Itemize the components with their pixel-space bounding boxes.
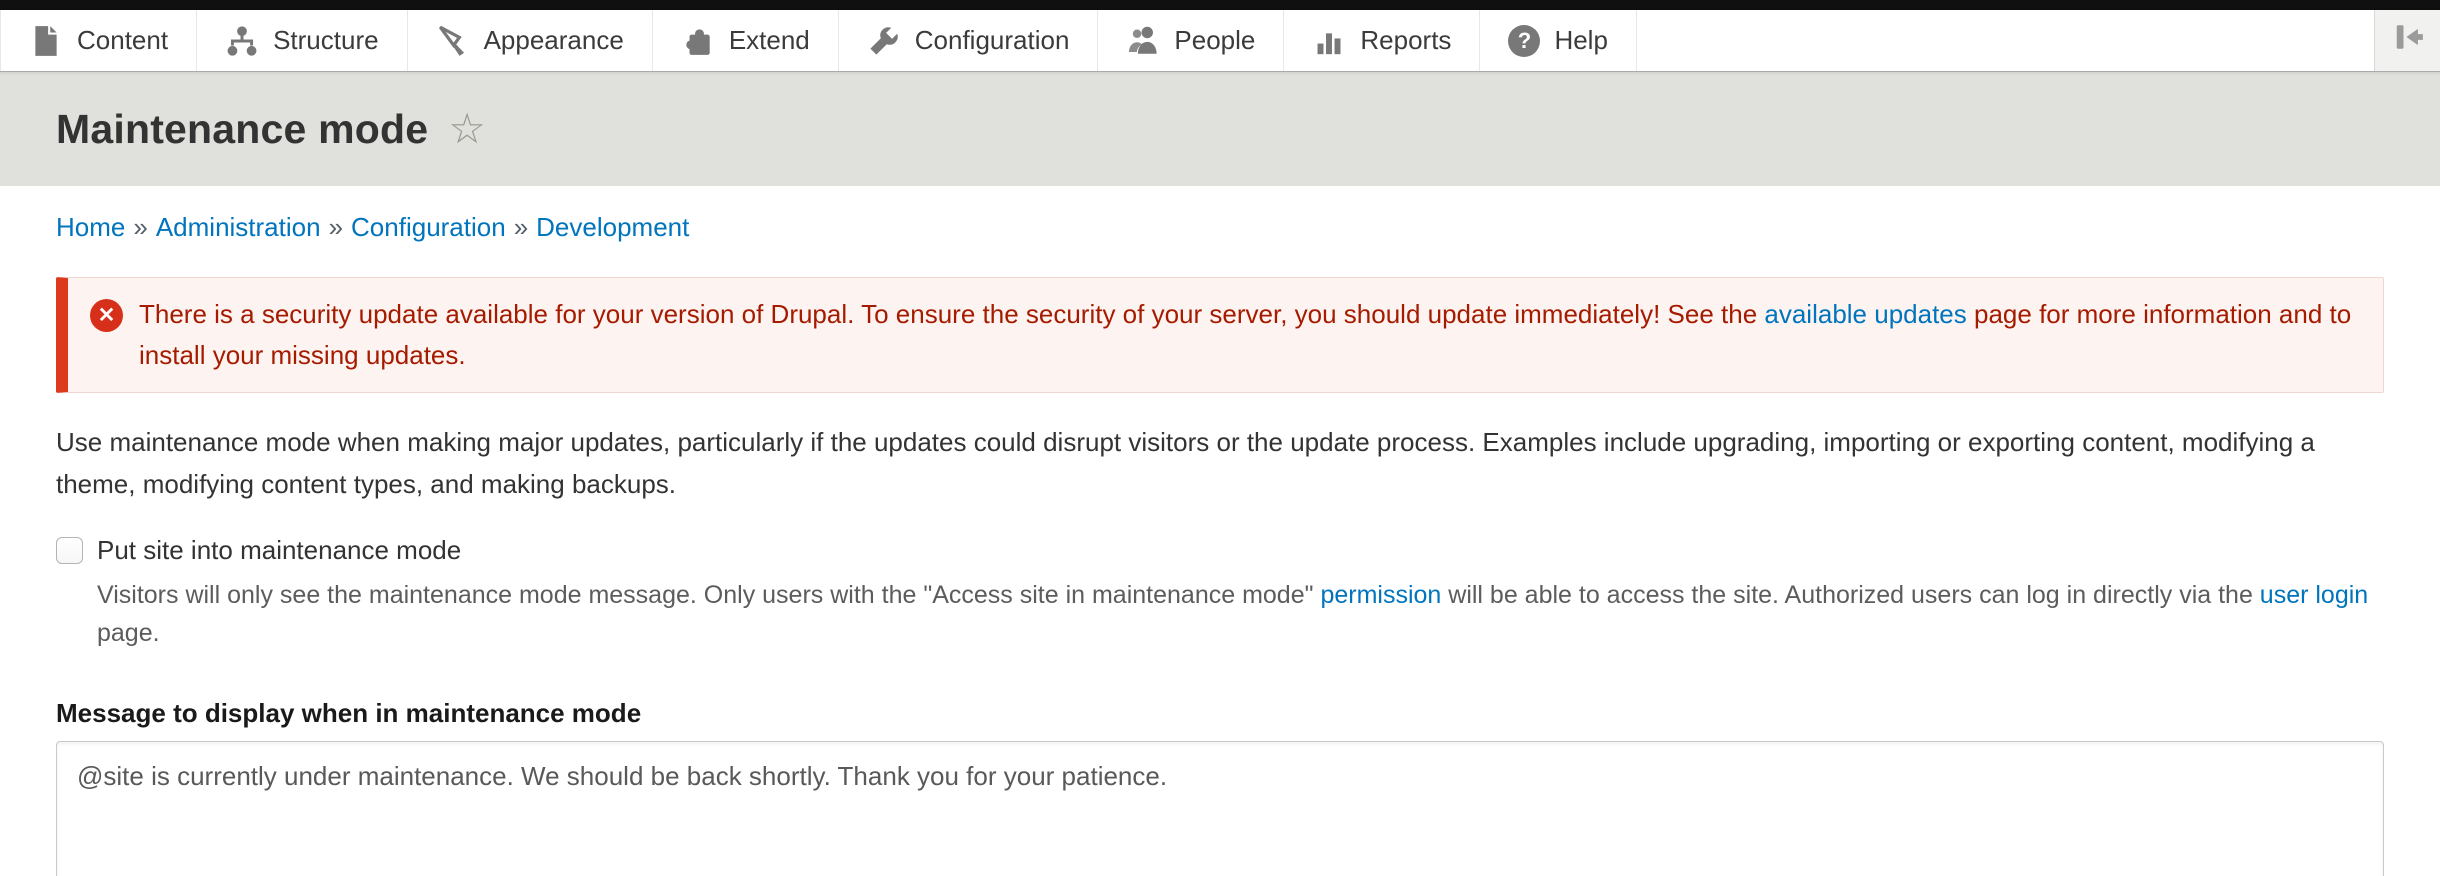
breadcrumb-link-home[interactable]: Home bbox=[56, 212, 125, 242]
puzzle-icon bbox=[681, 24, 715, 58]
intro-text: Use maintenance mode when making major u… bbox=[56, 421, 2384, 505]
toolbar-orientation-toggle[interactable] bbox=[2374, 10, 2440, 71]
toolbar-item-structure[interactable]: Structure bbox=[197, 10, 408, 71]
toolbar-item-extend[interactable]: Extend bbox=[653, 10, 839, 71]
breadcrumb-separator: » bbox=[329, 212, 343, 242]
maintenance-mode-checkbox[interactable] bbox=[56, 537, 83, 564]
people-icon bbox=[1126, 24, 1160, 58]
toolbar-item-label: Appearance bbox=[484, 25, 624, 56]
error-message-text: There is a security update available for… bbox=[139, 294, 2353, 376]
collapse-left-icon bbox=[2390, 19, 2426, 62]
bar-chart-icon bbox=[1312, 24, 1346, 58]
star-outline-icon[interactable]: ☆ bbox=[448, 108, 486, 150]
toolbar-item-reports[interactable]: Reports bbox=[1284, 10, 1480, 71]
message-field-label: Message to display when in maintenance m… bbox=[56, 698, 2384, 729]
available-updates-link[interactable]: available updates bbox=[1764, 299, 1966, 329]
error-icon: ✕ bbox=[90, 299, 123, 332]
breadcrumb-separator: » bbox=[133, 212, 147, 242]
toolbar-item-content[interactable]: Content bbox=[0, 10, 197, 71]
error-text-before: There is a security update available for… bbox=[139, 299, 1764, 329]
sitemap-icon bbox=[225, 24, 259, 58]
page-header: Maintenance mode ☆ bbox=[0, 72, 2440, 186]
toolbar-item-label: Help bbox=[1554, 25, 1607, 56]
breadcrumb-link-configuration[interactable]: Configuration bbox=[351, 212, 506, 242]
paintbrush-icon bbox=[436, 24, 470, 58]
toolbar-item-label: Extend bbox=[729, 25, 810, 56]
file-icon bbox=[29, 24, 63, 58]
toolbar-item-label: Structure bbox=[273, 25, 379, 56]
wrench-icon bbox=[867, 24, 901, 58]
question-icon: ? bbox=[1508, 25, 1540, 57]
toolbar-item-label: Configuration bbox=[915, 25, 1070, 56]
maintenance-message-textarea[interactable]: @site is currently under maintenance. We… bbox=[56, 741, 2384, 876]
error-message-box: ✕ There is a security update available f… bbox=[56, 277, 2384, 393]
toolbar-item-configuration[interactable]: Configuration bbox=[839, 10, 1099, 71]
main-content: Home » Administration » Configuration » Develo… bbox=[0, 212, 2440, 876]
maintenance-mode-checkbox-row[interactable]: Put site into maintenance mode bbox=[56, 535, 2384, 566]
toolbar-item-label: Reports bbox=[1360, 25, 1451, 56]
breadcrumb: Home » Administration » Configuration » Develo… bbox=[56, 212, 2384, 243]
top-black-bar bbox=[0, 0, 2440, 10]
admin-toolbar: Content Structure Appearance Extend Conf… bbox=[0, 10, 2440, 72]
toolbar-item-label: Content bbox=[77, 25, 168, 56]
permission-link[interactable]: permission bbox=[1320, 581, 1441, 609]
toolbar-item-appearance[interactable]: Appearance bbox=[408, 10, 653, 71]
user-login-link[interactable]: user login bbox=[2260, 581, 2368, 609]
breadcrumb-separator: » bbox=[514, 212, 528, 242]
breadcrumb-link-development[interactable]: Development bbox=[536, 212, 689, 242]
breadcrumb-link-administration[interactable]: Administration bbox=[156, 212, 321, 242]
maintenance-mode-description: Visitors will only see the maintenance m… bbox=[97, 576, 2384, 652]
toolbar-item-people[interactable]: People bbox=[1098, 10, 1284, 71]
maintenance-mode-checkbox-label[interactable]: Put site into maintenance mode bbox=[97, 535, 461, 566]
description-part1: Visitors will only see the maintenance m… bbox=[97, 581, 1320, 609]
toolbar-spacer bbox=[1637, 10, 2374, 71]
description-part2: will be able to access the site. Authori… bbox=[1441, 581, 2259, 609]
page-title: Maintenance mode bbox=[56, 106, 428, 153]
toolbar-item-label: People bbox=[1174, 25, 1255, 56]
description-part3: page. bbox=[97, 619, 160, 647]
toolbar-item-help[interactable]: ? Help bbox=[1480, 10, 1636, 71]
